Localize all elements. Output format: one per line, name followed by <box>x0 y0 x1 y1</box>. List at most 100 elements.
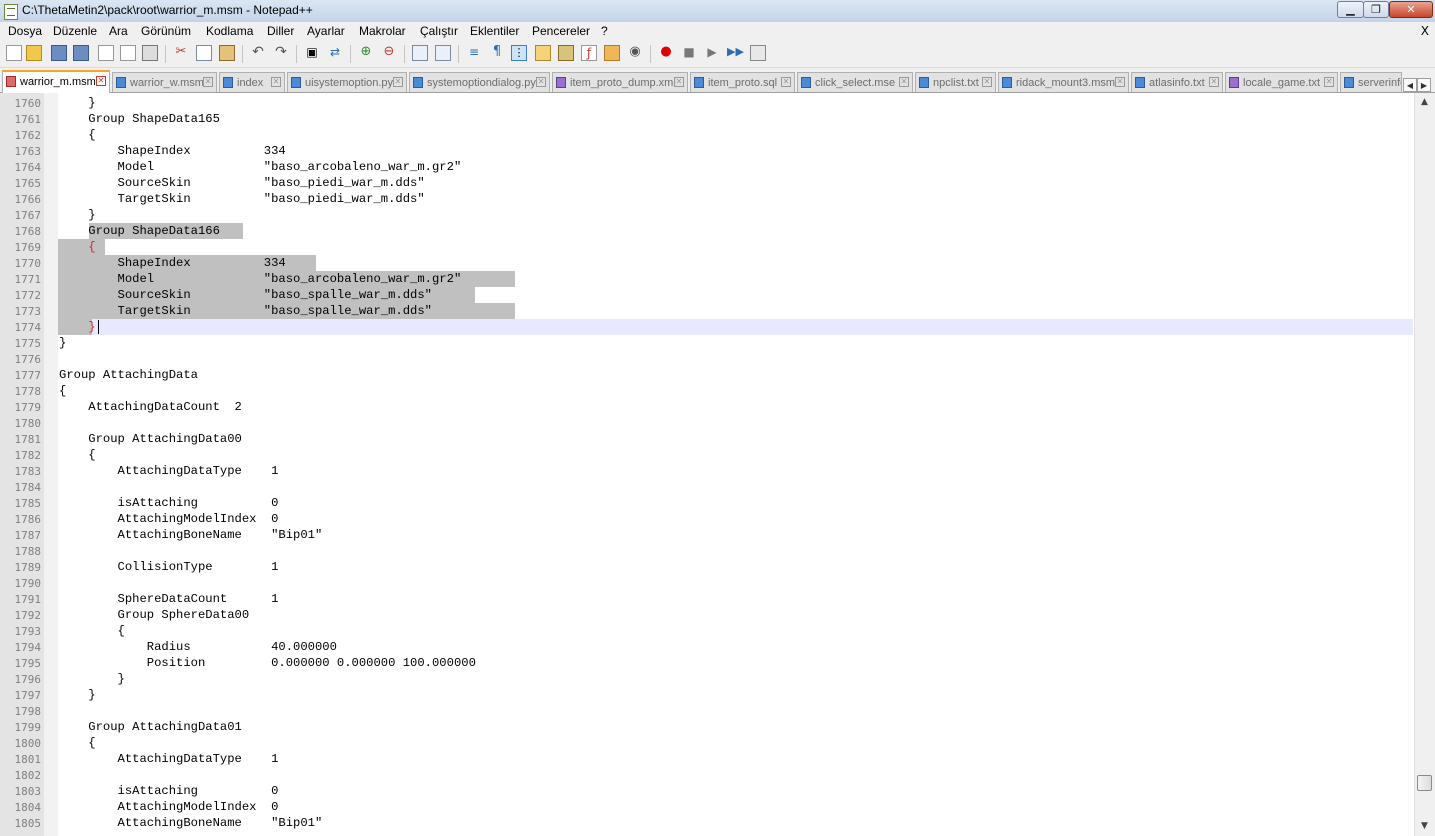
close-tab-icon[interactable]: ✕ <box>781 77 791 87</box>
play-macro-icon[interactable]: ▶ <box>704 45 720 61</box>
menu-kodlama[interactable]: Kodlama <box>206 24 253 38</box>
close-tab-icon[interactable]: ✕ <box>271 77 281 87</box>
close-tab-icon[interactable]: ✕ <box>1209 77 1219 87</box>
editor-line[interactable]: 1796 } <box>0 671 1414 687</box>
menu-duzenle[interactable]: Düzenle <box>53 24 97 38</box>
save-icon[interactable] <box>51 45 67 61</box>
editor-line[interactable]: 1774 } <box>0 319 1414 335</box>
editor-line[interactable]: 1767 } <box>0 207 1414 223</box>
editor-line[interactable]: 1794 Radius 40.000000 <box>0 639 1414 655</box>
save-macro-icon[interactable] <box>750 45 766 61</box>
function-list-icon[interactable]: ƒ <box>581 45 597 61</box>
editor-line[interactable]: 1804 AttachingModelIndex 0 <box>0 799 1414 815</box>
tab-click-select-mse[interactable]: click_select.mse ✕ <box>797 72 913 92</box>
editor-line[interactable]: 1784 <box>0 479 1414 495</box>
close-tab-icon[interactable]: ✕ <box>536 77 546 87</box>
menu-help[interactable]: ? <box>601 24 608 38</box>
editor-line[interactable]: 1762 { <box>0 127 1414 143</box>
menu-diller[interactable]: Diller <box>267 24 294 38</box>
close-document-button[interactable]: X <box>1421 24 1429 38</box>
undo-icon[interactable]: ↶ <box>250 45 266 61</box>
close-tab-icon[interactable]: ✕ <box>96 76 106 86</box>
record-macro-icon[interactable]: ● <box>658 45 674 61</box>
zoom-out-icon[interactable]: ⊖ <box>381 45 397 61</box>
redo-icon[interactable]: ↷ <box>273 45 289 61</box>
editor-line[interactable]: 1792 Group SphereData00 <box>0 607 1414 623</box>
editor-line[interactable]: 1787 AttachingBoneName "Bip01" <box>0 527 1414 543</box>
new-file-icon[interactable] <box>6 45 22 61</box>
user-lang-icon[interactable] <box>535 45 551 61</box>
tab-atlasinfo-txt[interactable]: atlasinfo.txt ✕ <box>1131 72 1223 92</box>
editor-line[interactable]: 1776 <box>0 351 1414 367</box>
tab-systemoptiondialog-py[interactable]: systemoptiondialog.py ✕ <box>409 72 550 92</box>
editor-line[interactable]: 1795 Position 0.000000 0.000000 100.0000… <box>0 655 1414 671</box>
editor-line[interactable]: 1773 TargetSkin "baso_spalle_war_m.dds" <box>0 303 1414 319</box>
editor-line[interactable]: 1789 CollisionType 1 <box>0 559 1414 575</box>
run-macro-multiple-icon[interactable]: ▶▶ <box>727 45 744 61</box>
tab-npclist-txt[interactable]: npclist.txt ✕ <box>915 72 996 92</box>
tab-scroll-left-icon[interactable]: ◀ <box>1403 78 1417 92</box>
menu-calistir[interactable]: Çalıştır <box>420 24 458 38</box>
open-file-icon[interactable] <box>26 45 42 61</box>
editor-line[interactable]: 1790 <box>0 575 1414 591</box>
editor-line[interactable]: 1780 <box>0 415 1414 431</box>
scroll-up-icon[interactable]: ▲ <box>1417 95 1432 110</box>
editor-line[interactable]: 1766 TargetSkin "baso_piedi_war_m.dds" <box>0 191 1414 207</box>
menu-makrolar[interactable]: Makrolar <box>359 24 406 38</box>
editor-line[interactable]: 1760 } <box>0 95 1414 111</box>
maximize-button[interactable]: ❐ <box>1363 1 1389 18</box>
editor-line[interactable]: 1797 } <box>0 687 1414 703</box>
tab-warrior-w-msm[interactable]: warrior_w.msm ✕ <box>112 72 217 92</box>
editor-line[interactable]: 1777 Group AttachingData <box>0 367 1414 383</box>
tab-index[interactable]: index ✕ <box>219 72 285 92</box>
scroll-down-icon[interactable]: ▼ <box>1417 819 1432 834</box>
sync-horizontal-icon[interactable] <box>435 45 451 61</box>
menu-ayarlar[interactable]: Ayarlar <box>307 24 345 38</box>
editor-line[interactable]: 1779 AttachingDataCount 2 <box>0 399 1414 415</box>
editor-line[interactable]: 1775} <box>0 335 1414 351</box>
editor-line[interactable]: 1770 ShapeIndex 334 <box>0 255 1414 271</box>
replace-icon[interactable]: ⇄ <box>327 45 343 61</box>
close-all-icon[interactable] <box>120 45 136 61</box>
editor-line[interactable]: 1791 SphereDataCount 1 <box>0 591 1414 607</box>
close-tab-icon[interactable]: ✕ <box>982 77 992 87</box>
vertical-scrollbar[interactable]: ▲ ▼ <box>1414 93 1435 836</box>
editor-line[interactable]: 1768 Group ShapeData166 <box>0 223 1414 239</box>
editor-line[interactable]: 1782 { <box>0 447 1414 463</box>
editor-line[interactable]: 1793 { <box>0 623 1414 639</box>
minimize-button[interactable]: ▁ <box>1337 1 1364 18</box>
sync-vertical-icon[interactable] <box>412 45 428 61</box>
editor-line[interactable]: 1771 Model "baso_arcobaleno_war_m.gr2" <box>0 271 1414 287</box>
save-all-icon[interactable] <box>73 45 89 61</box>
menu-dosya[interactable]: Dosya <box>8 24 42 38</box>
close-tab-icon[interactable]: ✕ <box>1115 77 1125 87</box>
close-tab-icon[interactable]: ✕ <box>674 77 684 87</box>
close-tab-icon[interactable]: ✕ <box>1324 77 1334 87</box>
editor-line[interactable]: 1800 { <box>0 735 1414 751</box>
menu-ara[interactable]: Ara <box>109 24 128 38</box>
tab-warrior-m-msm[interactable]: warrior_m.msm ✕ <box>2 70 110 93</box>
show-all-chars-icon[interactable]: ¶ <box>489 45 505 61</box>
editor-line[interactable]: 1778 { <box>0 383 1414 399</box>
editor-line[interactable]: 1799 Group AttachingData01 <box>0 719 1414 735</box>
editor-line[interactable]: 1786 AttachingModelIndex 0 <box>0 511 1414 527</box>
editor-line[interactable]: 1785 isAttaching 0 <box>0 495 1414 511</box>
editor-line[interactable]: 1761 Group ShapeData165 <box>0 111 1414 127</box>
editor-line[interactable]: 1783 AttachingDataType 1 <box>0 463 1414 479</box>
close-window-button[interactable]: ✕ <box>1389 1 1433 18</box>
copy-icon[interactable] <box>196 45 212 61</box>
tab-serverinfo[interactable]: serverinfo <box>1340 72 1402 92</box>
zoom-in-icon[interactable]: ⊕ <box>358 45 374 61</box>
editor-line[interactable]: 1805 AttachingBoneName "Bip01" <box>0 815 1414 831</box>
folder-workspace-icon[interactable] <box>604 45 620 61</box>
paste-icon[interactable] <box>219 45 235 61</box>
scrollbar-thumb[interactable] <box>1417 774 1432 791</box>
word-wrap-icon[interactable]: ≡ <box>466 45 482 61</box>
close-tab-icon[interactable]: ✕ <box>899 77 909 87</box>
editor-line[interactable]: 1802 <box>0 767 1414 783</box>
editor-line[interactable]: 1772 SourceSkin "baso_spalle_war_m.dds" <box>0 287 1414 303</box>
editor-line[interactable]: 1781 Group AttachingData00 <box>0 431 1414 447</box>
editor-line[interactable]: 1798 <box>0 703 1414 719</box>
indent-guide-icon[interactable]: ⋮ <box>511 45 527 61</box>
close-tab-icon[interactable]: ✕ <box>203 77 213 87</box>
